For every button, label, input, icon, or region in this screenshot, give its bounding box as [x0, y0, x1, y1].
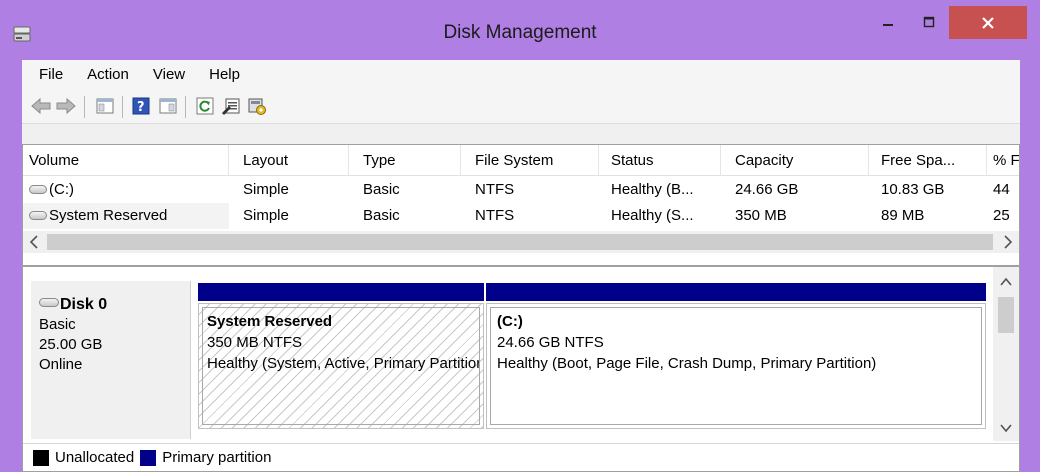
volume-list-header: Volume Layout Type File System Status Ca… — [23, 145, 1019, 176]
partition-bar-system-reserved — [198, 283, 484, 301]
partition-size-fs: 24.66 GB NTFS — [497, 334, 604, 351]
vertical-scrollbar[interactable] — [993, 267, 1019, 441]
column-header-percent-free[interactable]: % F — [987, 145, 1019, 176]
disk-name: Disk 0 — [39, 295, 190, 315]
column-header-file-system[interactable]: File System — [469, 145, 599, 176]
type-cell: Basic — [363, 181, 400, 198]
column-header-volume[interactable]: Volume — [23, 145, 229, 176]
percent-free-cell: 25 — [993, 207, 1010, 224]
menu-bar: File Action View Help — [22, 60, 1020, 88]
file-system-cell: NTFS — [475, 207, 515, 224]
disk-0-label[interactable]: Disk 0 Basic 25.00 GB Online — [31, 281, 191, 439]
status-cell: Healthy (B... — [611, 181, 694, 198]
show-hide-action-pane-icon[interactable] — [157, 96, 179, 116]
table-row[interactable]: (C:) Simple Basic NTFS Healthy (B... 24.… — [23, 177, 1019, 203]
partition-system-reserved[interactable]: System Reserved 350 MB NTFS Healthy (Sys… — [198, 303, 484, 429]
horizontal-scrollbar[interactable] — [23, 231, 1019, 253]
partition-status: Healthy (System, Active, Primary Partiti… — [207, 355, 480, 372]
partition-c-drive-content: (C:) 24.66 GB NTFS Healthy (Boot, Page F… — [490, 307, 982, 425]
close-button[interactable] — [949, 6, 1027, 39]
layout-cell: Simple — [243, 207, 289, 224]
partition-size-fs: 350 MB NTFS — [207, 334, 303, 351]
partition-name: System Reserved — [207, 313, 333, 330]
volume-list-pane: Volume Layout Type File System Status Ca… — [22, 144, 1020, 266]
show-hide-console-tree-icon[interactable] — [94, 96, 116, 116]
properties-icon[interactable] — [220, 96, 242, 116]
scroll-left-icon[interactable] — [29, 235, 39, 253]
client-area: File Action View Help ? Volume Layout Ty… — [22, 60, 1020, 472]
partition-system-reserved-content: System Reserved 350 MB NTFS Healthy (Sys… — [202, 307, 480, 425]
type-cell: Basic — [363, 207, 400, 224]
forward-arrow-icon[interactable] — [55, 96, 77, 116]
column-header-capacity[interactable]: Capacity — [729, 145, 869, 176]
disk-graphical-pane: Disk 0 Basic 25.00 GB Online System Rese… — [22, 266, 1020, 472]
disk-settings-icon[interactable] — [246, 96, 268, 116]
file-system-cell: NTFS — [475, 181, 515, 198]
layout-cell: Simple — [243, 181, 289, 198]
legend-swatch-primary — [140, 449, 157, 466]
legend-swatch-unallocated — [33, 449, 49, 466]
scroll-up-icon[interactable] — [1000, 275, 1012, 291]
disk-type: Basic — [39, 316, 76, 333]
toolbar: ? — [22, 88, 1020, 124]
menu-action[interactable]: Action — [75, 66, 141, 83]
title-bar[interactable]: Disk Management — [0, 0, 1040, 60]
menu-view[interactable]: View — [141, 66, 197, 83]
volume-drive-icon — [29, 210, 47, 220]
volume-cell: (C:) — [23, 177, 229, 203]
percent-free-cell: 44 — [993, 181, 1010, 198]
free-space-cell: 89 MB — [881, 207, 925, 224]
help-icon[interactable]: ? — [130, 96, 152, 116]
toolbar-separator — [84, 96, 85, 118]
legend: Unallocated Primary partition — [23, 443, 1019, 471]
capacity-cell: 350 MB — [735, 207, 787, 224]
table-row[interactable]: System Reserved Simple Basic NTFS Health… — [23, 203, 1019, 229]
scroll-down-icon[interactable] — [1000, 421, 1012, 437]
toolbar-separator — [122, 96, 123, 118]
disk-management-window: Disk Management File Action View Help ? … — [0, 0, 1040, 472]
disk-state: Online — [39, 356, 83, 373]
column-header-free-space[interactable]: Free Spa... — [875, 145, 987, 176]
vertical-scroll-thumb[interactable] — [998, 297, 1014, 333]
legend-primary-partition: Primary partition — [140, 449, 271, 466]
column-header-layout[interactable]: Layout — [237, 145, 349, 176]
menu-help[interactable]: Help — [197, 66, 252, 83]
partition-bar-c-drive — [486, 283, 986, 301]
capacity-cell: 24.66 GB — [735, 181, 799, 198]
horizontal-scroll-thumb[interactable] — [47, 234, 993, 250]
column-header-type[interactable]: Type — [357, 145, 461, 176]
free-space-cell: 10.83 GB — [881, 181, 945, 198]
status-cell: Healthy (S... — [611, 207, 694, 224]
legend-unallocated: Unallocated — [33, 449, 134, 466]
partition-status: Healthy (Boot, Page File, Crash Dump, Pr… — [497, 355, 877, 372]
back-arrow-icon[interactable] — [30, 96, 52, 116]
disk-icon — [39, 298, 59, 308]
svg-text:?: ? — [137, 100, 145, 115]
maximize-button[interactable] — [910, 6, 948, 38]
scroll-right-icon[interactable] — [1003, 235, 1013, 253]
partition-name: (C:) — [497, 313, 523, 330]
toolbar-separator — [185, 96, 186, 118]
column-header-status[interactable]: Status — [605, 145, 721, 176]
partition-c-drive[interactable]: (C:) 24.66 GB NTFS Healthy (Boot, Page F… — [486, 303, 986, 429]
volume-cell: System Reserved — [23, 203, 229, 229]
disk-size: 25.00 GB — [39, 336, 103, 353]
minimize-button[interactable] — [869, 6, 907, 38]
refresh-icon[interactable] — [194, 96, 216, 116]
menu-file[interactable]: File — [22, 66, 75, 83]
volume-drive-icon — [29, 184, 47, 194]
